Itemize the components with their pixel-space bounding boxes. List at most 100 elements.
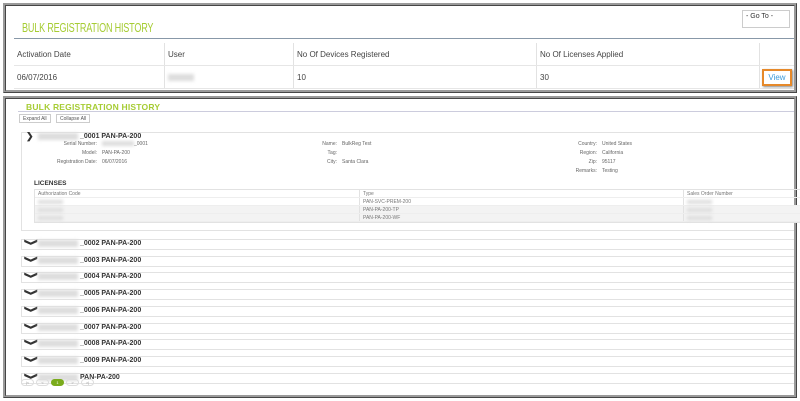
col-sales-order: Sales Order Number	[683, 190, 733, 197]
table-row: 06/07/2016 10 30 View	[14, 66, 794, 89]
redacted-serial	[102, 141, 134, 146]
licenses-table: Authorization Code Type Sales Order Numb…	[34, 189, 800, 223]
redacted-code	[38, 215, 63, 220]
device-collapsed[interactable]: ❯ _0006 PAN-PA-200	[21, 305, 794, 317]
info-row: Country: United States	[522, 141, 632, 147]
info-label: Model:	[81, 150, 97, 156]
license-row: PAN-PA-200-TP	[35, 206, 800, 214]
devices-count: 10	[293, 66, 536, 88]
redacted-user	[168, 73, 194, 81]
info-value: United States	[602, 141, 633, 147]
redacted-order	[687, 199, 712, 204]
redacted-serial	[38, 133, 78, 140]
info-value: Santa Clara	[342, 159, 369, 165]
chevron-down-icon[interactable]: ❯	[23, 255, 39, 265]
redacted-order	[687, 207, 712, 212]
license-type: PAN-SVC-PREM-200	[359, 198, 683, 205]
divider	[18, 111, 794, 112]
info-row: Zip: 95117	[522, 159, 616, 165]
chevron-down-icon[interactable]: ❯	[23, 289, 39, 299]
device-header[interactable]: ❯ _0004 PAN-PA-200	[23, 271, 141, 282]
device-title: _0001 PAN-PA-200	[80, 133, 142, 140]
history-summary-panel: BULK REGISTRATION HISTORY - Go To - Acti…	[3, 3, 797, 93]
licenses-header: Authorization Code Type Sales Order Numb…	[35, 190, 800, 198]
info-row: Remarks: Testing	[522, 168, 618, 174]
prev-page-button[interactable]: <	[36, 379, 49, 386]
table-header: Activation Date User No Of Devices Regis…	[14, 43, 794, 66]
col-devices: No Of Devices Registered	[293, 43, 536, 65]
redacted-code	[38, 199, 63, 204]
license-row: PAN-SVC-PREM-200	[35, 198, 800, 206]
device-collapsed[interactable]: ❯ _0009 PAN-PA-200	[21, 355, 794, 367]
info-row: Serial Number: _0001	[22, 141, 148, 147]
device-title: _0007 PAN-PA-200	[80, 323, 142, 331]
device-collapsed[interactable]: ❯ _0003 PAN-PA-200	[21, 255, 794, 267]
collapse-all-button[interactable]: Collapse All	[56, 114, 91, 123]
user	[164, 66, 293, 88]
device-header[interactable]: ❯ _0009 PAN-PA-200	[23, 355, 142, 366]
sales-order	[683, 206, 712, 213]
sales-order	[683, 214, 712, 221]
device-header[interactable]: ❯ _0005 PAN-PA-200	[23, 288, 142, 299]
device-collapsed[interactable]: ❯ _0008 PAN-PA-200	[21, 338, 794, 351]
chevron-down-icon[interactable]: ❯	[23, 239, 39, 249]
device-header[interactable]: ❯ _0002 PAN-PA-200	[23, 238, 141, 249]
col-action	[759, 43, 794, 65]
col-licenses: No Of Licenses Applied	[536, 43, 759, 65]
first-page-button[interactable]: |<	[21, 379, 34, 386]
view-link[interactable]: View	[762, 68, 792, 86]
device-header[interactable]: ❯ _0007 PAN-PA-200	[23, 322, 142, 333]
device-title: _0003 PAN-PA-200	[80, 256, 142, 264]
redacted-serial	[38, 323, 78, 331]
chevron-down-icon[interactable]: ❯	[23, 355, 39, 365]
info-row: Tag:	[282, 150, 342, 156]
info-value: PAN-PA-200	[102, 150, 130, 156]
chevron-down-icon[interactable]: ❯	[23, 305, 39, 315]
redacted-serial	[38, 356, 78, 364]
summary-table: Activation Date User No Of Devices Regis…	[14, 43, 794, 89]
device-collapsed[interactable]: ❯ _0005 PAN-PA-200	[21, 288, 794, 301]
licenses-count: 30	[536, 66, 759, 88]
last-page-button[interactable]: >|	[81, 379, 94, 386]
goto-select[interactable]: - Go To -	[742, 10, 790, 28]
redacted-serial	[38, 290, 78, 298]
device-header[interactable]: ❯ _0003 PAN-PA-200	[23, 255, 142, 266]
chevron-down-icon[interactable]: ❯	[23, 339, 39, 349]
info-label: Region:	[579, 150, 597, 156]
redacted-serial	[38, 273, 78, 281]
pagination: |< < 1 > >|	[21, 379, 94, 386]
info-row: Region: California	[522, 150, 623, 156]
device-header[interactable]: ❯ _0008 PAN-PA-200	[23, 338, 142, 349]
expand-all-button[interactable]: Expand All	[19, 114, 51, 123]
info-label: Country:	[578, 141, 597, 147]
col-auth-code: Authorization Code	[38, 190, 81, 197]
device-collapsed[interactable]: ❯ _0007 PAN-PA-200	[21, 322, 794, 334]
registration-detail-panel: BULK REGISTRATION HISTORY Expand All Col…	[3, 96, 800, 398]
col-user: User	[164, 43, 293, 65]
info-row: Model: PAN-PA-200	[22, 150, 130, 156]
device-header[interactable]: ❯ _0006 PAN-PA-200	[23, 305, 142, 316]
redacted-serial	[38, 340, 78, 348]
chevron-down-icon[interactable]: ❯	[23, 272, 39, 282]
info-value: 95117	[602, 159, 616, 165]
sales-order	[683, 198, 712, 205]
device-collapsed[interactable]: ❯ PAN-PA-200	[21, 372, 794, 384]
info-value: 06/07/2016	[102, 159, 128, 165]
info-label: Serial Number:	[63, 141, 97, 147]
info-row: City: Santa Clara	[282, 159, 368, 165]
device-title: _0008 PAN-PA-200	[80, 340, 142, 348]
device-collapsed[interactable]: ❯ _0002 PAN-PA-200	[21, 239, 794, 250]
info-label: Registration Date:	[56, 159, 97, 165]
auth-code	[35, 206, 359, 213]
next-page-button[interactable]: >	[66, 379, 79, 386]
device-title: _0005 PAN-PA-200	[80, 290, 142, 298]
info-label: Zip:	[588, 159, 597, 165]
page-1-button[interactable]: 1	[51, 379, 64, 386]
device-title: _0009 PAN-PA-200	[80, 356, 142, 364]
device-title: _0006 PAN-PA-200	[80, 306, 142, 314]
device-collapsed[interactable]: ❯ _0004 PAN-PA-200	[21, 271, 794, 284]
chevron-down-icon[interactable]: ❯	[23, 322, 39, 332]
col-type: Type	[359, 190, 683, 197]
auth-code	[35, 198, 359, 205]
info-row: Name: BulkReg Test	[282, 141, 371, 147]
